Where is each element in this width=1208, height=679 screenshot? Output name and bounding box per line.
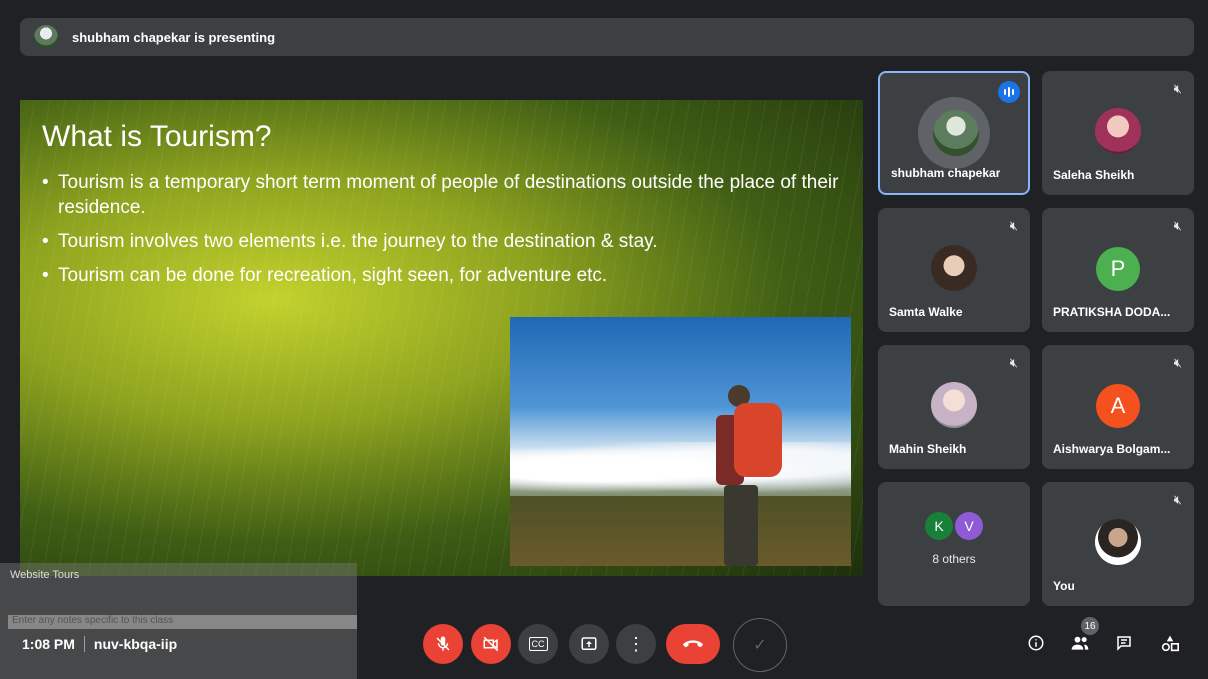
mic-off-icon: 🔇︎	[1173, 81, 1182, 96]
slide-bullets: Tourism is a temporary short term moment…	[42, 170, 842, 297]
participant-name: Mahin Sheikh	[889, 442, 967, 456]
camera-toggle-button[interactable]	[471, 624, 511, 664]
participant-name: shubham chapekar	[891, 166, 1001, 180]
notes-title: Website Tours	[10, 569, 80, 581]
avatar: V	[955, 512, 983, 540]
chat-icon	[1117, 636, 1131, 651]
people-button[interactable]	[1070, 634, 1090, 657]
hiker-photo	[510, 317, 851, 566]
slide-bullet: Tourism can be done for recreation, sigh…	[42, 263, 842, 288]
participant-name: You	[1053, 579, 1075, 593]
meeting-time: 1:08 PM	[22, 636, 75, 652]
attendance-check-button[interactable]: ✓	[733, 618, 787, 672]
present-button[interactable]	[569, 624, 609, 664]
participant-tile-samta[interactable]: 🔇︎ Samta Walke	[878, 208, 1030, 332]
participant-tile-others[interactable]: KV 8 others	[878, 482, 1030, 606]
participant-tile-pratiksha[interactable]: 🔇︎ P PRATIKSHA DODA...	[1042, 208, 1194, 332]
avatar	[931, 245, 977, 291]
meeting-code: nuv-kbqa-iip	[93, 636, 178, 652]
presentation-slide: What is Tourism? Tourism is a temporary …	[20, 100, 863, 576]
activities-icon	[1161, 635, 1179, 652]
others-label: 8 others	[932, 552, 976, 566]
mic-off-icon	[436, 636, 450, 651]
slide-bullet: Tourism involves two elements i.e. the j…	[42, 229, 842, 254]
participant-tile-shubham[interactable]: shubham chapekar	[878, 71, 1030, 195]
avatar: K	[925, 512, 953, 540]
participant-name: Saleha Sheikh	[1053, 168, 1135, 182]
hiker-figure	[710, 385, 800, 566]
hangup-icon	[682, 640, 704, 648]
participant-name: Aishwarya Bolgam...	[1053, 442, 1171, 456]
people-count-badge: 16	[1081, 617, 1099, 635]
participant-name: PRATIKSHA DODA...	[1053, 305, 1171, 319]
more-options-button[interactable]: ⋮	[616, 624, 656, 664]
participant-tile-saleha[interactable]: 🔇︎ Saleha Sheikh	[1042, 71, 1194, 195]
mic-toggle-button[interactable]	[423, 624, 463, 664]
participant-name: Samta Walke	[889, 305, 963, 319]
slide-bullet: Tourism is a temporary short term moment…	[42, 170, 842, 220]
mic-off-icon: 🔇︎	[1173, 355, 1182, 370]
chat-button[interactable]	[1115, 634, 1133, 657]
avatar	[1095, 519, 1141, 565]
meeting-info-button[interactable]	[1027, 634, 1045, 657]
avatar	[931, 382, 977, 428]
activities-button[interactable]	[1160, 634, 1180, 657]
avatar: A	[1096, 384, 1140, 428]
mic-off-icon: 🔇︎	[1009, 218, 1018, 233]
leave-call-button[interactable]	[666, 624, 720, 664]
presenting-banner: shubham chapekar is presenting	[20, 18, 1194, 56]
captions-icon: CC	[528, 637, 548, 651]
camera-off-icon	[483, 636, 499, 652]
captions-button[interactable]: CC	[518, 624, 558, 664]
participant-tile-you[interactable]: 🔇︎ You	[1042, 482, 1194, 606]
people-icon	[1071, 636, 1089, 650]
notes-overlay: Website Tours Enter any notes specific t…	[0, 563, 357, 679]
avatar	[933, 110, 979, 156]
notes-input[interactable]: Enter any notes specific to this class	[8, 615, 357, 629]
presenting-text: shubham chapekar is presenting	[72, 29, 276, 45]
slide-title: What is Tourism?	[42, 120, 272, 153]
info-icon	[1028, 635, 1044, 651]
meeting-details: 1:08 PM nuv-kbqa-iip	[22, 636, 177, 652]
avatar: P	[1096, 247, 1140, 291]
more-icon: ⋮	[627, 634, 645, 654]
mic-off-icon: 🔇︎	[1173, 218, 1182, 233]
mic-off-icon: 🔇︎	[1173, 492, 1182, 507]
present-icon	[581, 637, 597, 650]
avatar	[1095, 108, 1141, 154]
participant-tile-aishwarya[interactable]: 🔇︎ A Aishwarya Bolgam...	[1042, 345, 1194, 469]
presenter-avatar	[34, 25, 58, 49]
participant-tile-mahin[interactable]: 🔇︎ Mahin Sheikh	[878, 345, 1030, 469]
mic-off-icon: 🔇︎	[1009, 355, 1018, 370]
check-icon: ✓	[753, 637, 767, 654]
divider	[83, 636, 85, 652]
speaking-indicator-icon	[998, 81, 1020, 103]
